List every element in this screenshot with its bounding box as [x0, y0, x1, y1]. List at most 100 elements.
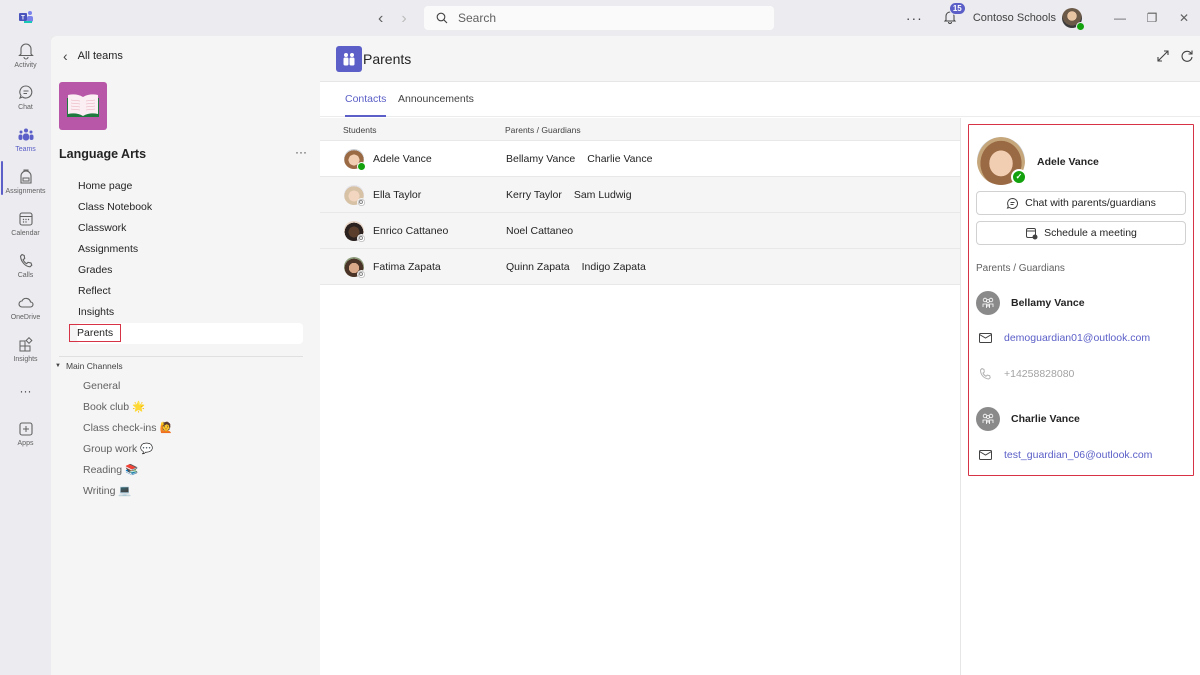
- refresh-icon[interactable]: [1180, 49, 1194, 68]
- cloud-icon: [18, 297, 34, 308]
- team-tab-classwork[interactable]: Classwork: [77, 218, 303, 239]
- guardian-email-row: test_guardian_06@outlook.com: [979, 449, 1152, 461]
- laptop-emoji-icon: 💻: [118, 485, 132, 497]
- team-tab-reflect[interactable]: Reflect: [77, 281, 303, 302]
- table-row[interactable]: Fatima Zapata Quinn Zapata Indigo Zapata: [320, 249, 960, 285]
- rail-item-teams[interactable]: Teams: [0, 126, 51, 153]
- team-name: Language Arts: [59, 147, 147, 161]
- rail-item-assignments[interactable]: Assignments: [0, 168, 51, 195]
- student-name: Ella Taylor: [373, 189, 422, 201]
- student-contact-card: ✓ Adele Vance Chat with parents/guardian…: [968, 124, 1194, 476]
- team-tabs-list: Home page Class Notebook Classwork Assig…: [68, 176, 303, 344]
- expand-icon[interactable]: [1156, 49, 1170, 68]
- chevron-left-icon: ‹: [63, 48, 68, 64]
- presence-offline-icon: [357, 198, 366, 207]
- guardian-name: Noel Cattaneo: [506, 225, 574, 237]
- table-row[interactable]: Adele Vance Bellamy Vance Charlie Vance: [320, 141, 960, 177]
- books-emoji-icon: 📚: [125, 464, 139, 476]
- restore-button[interactable]: ❐: [1136, 11, 1168, 25]
- rail-item-calls[interactable]: Calls: [0, 252, 51, 279]
- rail-item-activity[interactable]: Activity: [0, 42, 51, 69]
- column-header-students: Students: [343, 125, 377, 135]
- guardian-name: Quinn Zapata: [506, 261, 570, 273]
- search-input[interactable]: Search: [424, 6, 774, 30]
- caret-down-icon: ▼: [55, 363, 61, 369]
- notifications-button[interactable]: 15: [943, 2, 966, 26]
- rail-item-chat[interactable]: Chat: [0, 84, 51, 111]
- tab-announcements[interactable]: Announcements: [398, 93, 474, 105]
- search-icon: [436, 12, 448, 24]
- open-book-icon: [67, 94, 99, 117]
- svg-text:T: T: [21, 16, 25, 22]
- main-channels-toggle[interactable]: ▼ Main Channels: [55, 361, 123, 371]
- table-row[interactable]: Ella Taylor Kerry Taylor Sam Ludwig: [320, 177, 960, 213]
- rail-item-onedrive[interactable]: OneDrive: [0, 294, 51, 321]
- rail-item-calendar[interactable]: Calendar: [0, 210, 51, 237]
- team-tab-class-notebook[interactable]: Class Notebook: [77, 197, 303, 218]
- channel-writing[interactable]: Writing 💻: [83, 481, 173, 502]
- back-arrow-button[interactable]: ‹: [378, 10, 383, 28]
- bell-icon: [17, 43, 34, 60]
- guardian-email-link[interactable]: demoguardian01@outlook.com: [1004, 332, 1150, 344]
- all-teams-back-button[interactable]: ‹ All teams: [63, 48, 123, 64]
- phone-icon: [19, 253, 32, 268]
- rail-item-apps[interactable]: Apps: [0, 420, 51, 447]
- chat-with-guardians-button[interactable]: Chat with parents/guardians: [976, 191, 1186, 215]
- parents-app-icon: [336, 46, 362, 72]
- guardian-name: Sam Ludwig: [573, 189, 632, 201]
- chat-icon: [1006, 197, 1019, 209]
- team-tab-parents[interactable]: Parents: [68, 323, 303, 344]
- guardian-phone[interactable]: +14258828080: [1004, 368, 1074, 380]
- raised-hand-emoji-icon: 🙋: [159, 422, 173, 434]
- app-title: Parents: [363, 51, 412, 67]
- presence-available-icon: [357, 162, 366, 171]
- guardian-entry: Bellamy Vance: [976, 291, 1085, 315]
- rail-item-insights[interactable]: Insights: [0, 336, 51, 363]
- channel-book-club[interactable]: Book club 🌟: [83, 397, 173, 418]
- channel-group-work[interactable]: Group work 💬: [83, 439, 173, 460]
- channel-class-check-ins[interactable]: Class check-ins 🙋: [83, 418, 173, 439]
- student-name: Fatima Zapata: [373, 261, 441, 273]
- guardian-name: Charlie Vance: [587, 153, 653, 165]
- student-name: Enrico Cattaneo: [373, 225, 449, 237]
- add-app-icon: [18, 422, 33, 436]
- guardian-phone-row: +14258828080: [979, 367, 1074, 380]
- guardians-section-label: Parents / Guardians: [976, 263, 1065, 274]
- tab-contacts[interactable]: Contacts: [345, 93, 387, 117]
- schedule-meeting-button[interactable]: Schedule a meeting: [976, 221, 1186, 245]
- notification-badge: 15: [948, 2, 966, 15]
- guardian-avatar: [976, 407, 1000, 431]
- team-navigation-pane: ‹ All teams Language Arts ··· Home page …: [51, 36, 320, 675]
- guardian-name: Indigo Zapata: [581, 261, 646, 273]
- app-tabs: Contacts Announcements: [320, 82, 1200, 117]
- guardian-name: Kerry Taylor: [506, 189, 562, 201]
- team-more-options-button[interactable]: ···: [295, 145, 307, 159]
- team-tab-assignments[interactable]: Assignments: [77, 239, 303, 260]
- student-name: Adele Vance: [373, 153, 432, 165]
- app-header: Parents: [320, 36, 1200, 82]
- rail-more-apps-button[interactable]: ···: [0, 384, 51, 398]
- channel-reading[interactable]: Reading 📚: [83, 460, 173, 481]
- people-group-icon: [982, 297, 994, 308]
- table-row[interactable]: Enrico Cattaneo Noel Cattaneo: [320, 213, 960, 249]
- insights-icon: [19, 336, 33, 352]
- guardian-email-row: demoguardian01@outlook.com: [979, 332, 1150, 344]
- presence-offline-icon: [357, 270, 366, 279]
- guardian-email-link[interactable]: test_guardian_06@outlook.com: [1004, 449, 1152, 461]
- forward-arrow-button[interactable]: ›: [401, 10, 406, 28]
- profile-avatar[interactable]: [1062, 8, 1085, 31]
- minimize-button[interactable]: —: [1104, 11, 1136, 25]
- close-button[interactable]: ✕: [1168, 11, 1200, 25]
- people-group-icon: [982, 413, 994, 424]
- team-tab-home-page[interactable]: Home page: [77, 176, 303, 197]
- backpack-icon: [19, 169, 32, 184]
- calendar-add-icon: [1026, 227, 1038, 239]
- team-tab-insights[interactable]: Insights: [77, 302, 303, 323]
- student-name: Adele Vance: [1037, 156, 1099, 168]
- more-options-button[interactable]: ···: [906, 10, 923, 26]
- speech-bubble-emoji-icon: 💬: [140, 443, 154, 455]
- guardian-name: Charlie Vance: [1011, 413, 1080, 425]
- guardian-name: Bellamy Vance: [1011, 297, 1085, 309]
- team-tab-grades[interactable]: Grades: [77, 260, 303, 281]
- channel-general[interactable]: General: [83, 376, 173, 397]
